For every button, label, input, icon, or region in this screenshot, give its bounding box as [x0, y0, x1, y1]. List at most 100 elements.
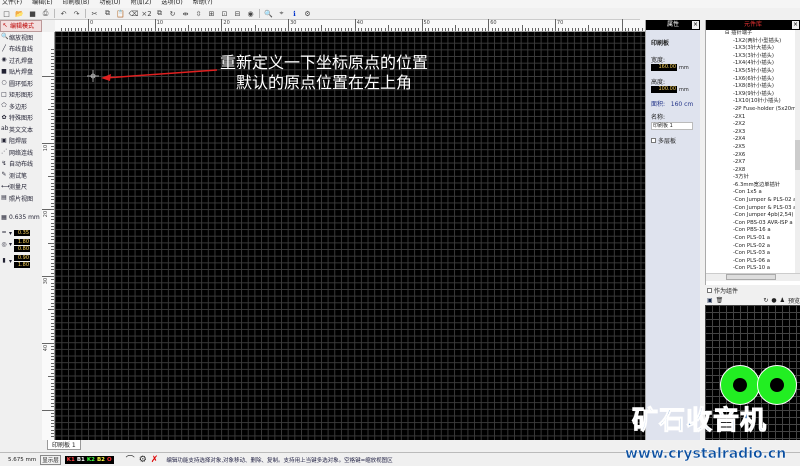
tool-via-pad[interactable]: ◉ 过孔焊盘 [0, 55, 42, 67]
tab-board-1[interactable]: 印刷板 1 [47, 440, 81, 450]
tool-special-shape[interactable]: ✿ 特殊图形 [0, 112, 42, 124]
delete-icon[interactable]: ⌫ [129, 9, 139, 18]
layer-toggle-o[interactable]: O [106, 457, 113, 463]
smd-size[interactable]: ▮ ▾ 0.90 1.80 [0, 255, 42, 269]
mask-icon[interactable]: ◉ [246, 9, 255, 18]
close-icon[interactable]: × [692, 21, 699, 29]
mirror-v-icon[interactable]: ⇳ [194, 9, 203, 18]
close-icon[interactable]: × [792, 21, 799, 29]
tool-pointer[interactable]: ↖ 编辑模式 [0, 20, 42, 32]
component-item[interactable]: -1X8(8针小插头) [733, 83, 800, 91]
ratsnest-off-icon[interactable]: ✗ [151, 455, 159, 465]
component-item[interactable]: -2X1 [733, 114, 800, 122]
component-item[interactable]: -2X3 [733, 129, 800, 137]
tool-connection[interactable]: ⋰ 网络连线 [0, 147, 42, 159]
component-item[interactable]: -1X4(4针小插头) [733, 60, 800, 68]
refresh-icon[interactable]: ↻ [763, 297, 768, 304]
component-item[interactable]: -Con Jumper & PLS-03 a [733, 205, 800, 213]
menu-item[interactable]: 附加(Z) [131, 0, 152, 8]
zoom-icon[interactable]: 🔍 [264, 9, 273, 18]
component-item[interactable]: -Con Jumper & PLS-02 a [733, 197, 800, 205]
component-item[interactable]: -2P Fuse-holder (5x20mm) [733, 106, 800, 114]
component-item[interactable]: -Con PLS-06 a [733, 258, 800, 266]
component-item[interactable]: -2X4 [733, 136, 800, 144]
layer-toggle-b1[interactable]: B1 [76, 457, 86, 463]
component-item[interactable]: -2X6 [733, 152, 800, 160]
scanned-copy-icon[interactable]: ⌖ [277, 9, 286, 18]
menu-item[interactable]: 选项(O) [161, 0, 182, 8]
settings-icon[interactable]: ⚙ [303, 9, 312, 18]
tool-solder-mask[interactable]: ▣ 阻焊层 [0, 135, 42, 147]
pad-size[interactable]: ◎ ▾ 1.80 0.80 [0, 238, 42, 252]
rotate-icon[interactable]: ↻ [168, 9, 177, 18]
tool-circle[interactable]: ○ 圆环弧形 [0, 78, 42, 90]
save-icon[interactable]: ▣ [707, 297, 713, 304]
component-item[interactable]: -Con PLS-03 a [733, 250, 800, 258]
info-icon[interactable]: ℹ [290, 9, 299, 18]
height-input[interactable]: 100.00 [651, 86, 677, 93]
user-icon[interactable]: ♟ [780, 297, 785, 304]
menu-item[interactable]: 帮助(?) [193, 0, 213, 8]
name-input[interactable]: 印刷板 1 [651, 122, 693, 130]
layer-toggle-b2[interactable]: B2 [96, 457, 106, 463]
tool-track[interactable]: ╱ 布线直线 [0, 43, 42, 55]
redo-icon[interactable]: ↷ [72, 9, 81, 18]
component-item[interactable]: -2X2 [733, 121, 800, 129]
width-input[interactable]: 160.00 [651, 64, 677, 71]
paste-icon[interactable]: 📋 [116, 9, 125, 18]
multilayer-checkbox[interactable]: 多层板 [651, 136, 700, 145]
tool-autoroute[interactable]: ↯ 自动布线 [0, 158, 42, 170]
new-icon[interactable]: □ [2, 9, 11, 18]
grid-selector[interactable]: ▦ 0.635 mm [0, 212, 42, 224]
vertical-scrollbar[interactable] [795, 30, 800, 273]
trash-icon[interactable]: 🗑 [716, 297, 724, 304]
component-item[interactable]: -3方针 [733, 174, 800, 182]
duplicate-x2-button[interactable]: ×2 [141, 9, 151, 18]
menu-item[interactable]: 印刷板(B) [63, 0, 90, 8]
save-icon[interactable]: ■ [28, 9, 37, 18]
tool-ruler[interactable]: ⟷ 测量尺 [0, 181, 42, 193]
component-item[interactable]: -1X5(5针小插头) [733, 68, 800, 76]
tool-polygon[interactable]: ⬠ 多边形 [0, 101, 42, 113]
component-item[interactable]: -Con PBS-03 AVR-ISP a [733, 220, 800, 228]
component-item[interactable]: -1X10(10针小插头) [733, 98, 800, 106]
group-icon[interactable]: ⊡ [220, 9, 229, 18]
component-item[interactable]: -Con PLS-10 a [733, 265, 800, 273]
component-item[interactable]: -2X5 [733, 144, 800, 152]
component-item[interactable]: -2X7 [733, 159, 800, 167]
tool-photo-view[interactable]: ▤ 照片视图 [0, 193, 42, 205]
ungroup-icon[interactable]: ⊟ [233, 9, 242, 18]
horizontal-scrollbar[interactable] [706, 273, 800, 281]
component-item[interactable]: -Con PBS-16 a [733, 227, 800, 235]
print-icon[interactable]: ⎙ [41, 9, 50, 18]
ruler-tick [494, 28, 496, 31]
as-component-checkbox[interactable]: 作为组件 [705, 285, 800, 296]
tool-text[interactable]: ab 英文文本 [0, 124, 42, 136]
menu-item[interactable]: 功能(U) [99, 0, 120, 8]
tool-smd-pad[interactable]: ■ 贴片焊盘 [0, 66, 42, 78]
mirror-h-icon[interactable]: ⇹ [181, 9, 190, 18]
component-item[interactable]: -Con Jumper 4pb(2,54) a [733, 212, 800, 220]
record-icon[interactable]: ● [771, 297, 776, 304]
layer-toggle-k2[interactable]: K2 [86, 457, 96, 463]
tree-root[interactable]: ⊟ 插针端子 [725, 30, 800, 38]
component-item[interactable]: -6.3mm宽边单插针 [733, 182, 800, 190]
duplicate-icon[interactable]: ⧉ [155, 9, 164, 18]
tool-test-pen[interactable]: ✎ 测试笔 [0, 170, 42, 182]
cut-icon[interactable]: ✂ [90, 9, 99, 18]
route-icon[interactable]: ⌒ [126, 453, 135, 466]
component-item[interactable]: -Con PLS-01 a [733, 235, 800, 243]
menu-item[interactable]: 编辑(E) [32, 0, 52, 8]
component-icon[interactable]: ⚙ [139, 455, 147, 465]
component-item[interactable]: -Con PLS-02 a [733, 243, 800, 251]
align-icon[interactable]: ⊞ [207, 9, 216, 18]
component-item[interactable]: -Con 1x5 a [733, 189, 800, 197]
menu-item[interactable]: 文件(F) [2, 0, 22, 8]
tool-magnifier[interactable]: 🔍 缩放视图 [0, 32, 42, 44]
component-item[interactable]: -1X3(3针大插头) [733, 45, 800, 53]
layer-toggle-k1[interactable]: K1 [66, 457, 76, 463]
open-icon[interactable]: 📂 [15, 9, 24, 18]
undo-icon[interactable]: ↶ [59, 9, 68, 18]
copy-icon[interactable]: ⧉ [103, 9, 112, 18]
tool-rectangle[interactable]: □ 矩形图形 [0, 89, 42, 101]
